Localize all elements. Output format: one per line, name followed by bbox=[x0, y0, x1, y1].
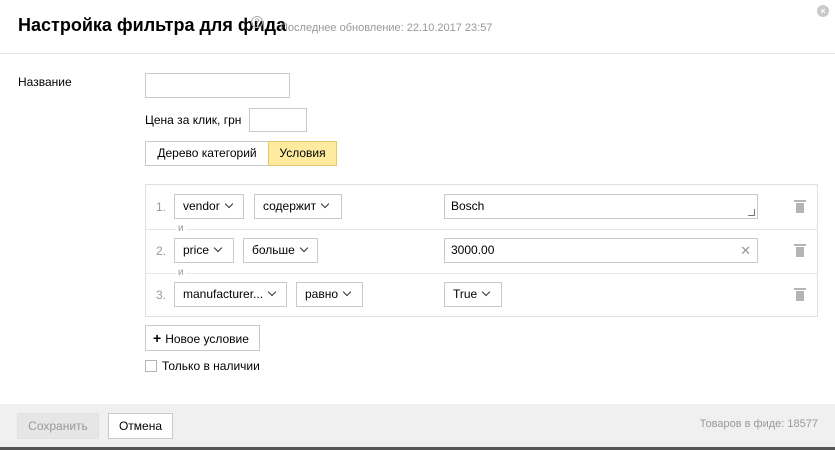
field-dropdown-value: price bbox=[183, 243, 210, 257]
chevron-down-icon bbox=[320, 199, 330, 209]
plus-icon: + bbox=[153, 330, 162, 346]
chevron-down-icon bbox=[213, 243, 223, 253]
help-icon[interactable]: ? bbox=[251, 16, 263, 28]
field-dropdown-value: vendor bbox=[183, 199, 220, 213]
trash-icon[interactable] bbox=[794, 199, 806, 213]
in-stock-label[interactable]: Только в наличии bbox=[162, 359, 260, 373]
chevron-down-icon bbox=[299, 243, 309, 253]
condition-row: 2. price больше 3000.00 ✕ bbox=[146, 229, 817, 273]
field-dropdown[interactable]: manufacturer... bbox=[174, 282, 287, 307]
add-condition-button[interactable]: + Новое условие bbox=[145, 325, 260, 351]
dialog-header: Настройка фильтра для фида ? Последнее о… bbox=[0, 0, 835, 54]
price-input[interactable] bbox=[249, 108, 307, 132]
chevron-down-icon bbox=[224, 199, 233, 209]
operator-dropdown-value: больше bbox=[252, 243, 295, 257]
condition-value-text: True bbox=[453, 287, 478, 301]
filter-mode-tabs: Дерево категорий Условия bbox=[145, 141, 337, 166]
field-dropdown[interactable]: vendor bbox=[174, 194, 244, 219]
name-input[interactable] bbox=[145, 73, 290, 98]
conditions-list: 1. vendor содержит Bosch и 2. price боль… bbox=[145, 184, 818, 317]
trash-icon[interactable] bbox=[794, 287, 806, 301]
in-stock-checkbox[interactable] bbox=[145, 360, 157, 372]
operator-dropdown[interactable]: содержит bbox=[254, 194, 342, 219]
price-label: Цена за клик, грн bbox=[145, 113, 242, 127]
feed-filter-dialog: Настройка фильтра для фида ? Последнее о… bbox=[0, 0, 835, 450]
operator-dropdown-value: равно bbox=[305, 287, 339, 301]
condition-value-text: 3000.00 bbox=[451, 243, 495, 257]
trash-icon[interactable] bbox=[794, 243, 806, 257]
condition-value-dropdown[interactable]: True bbox=[444, 282, 502, 307]
field-dropdown-value: manufacturer... bbox=[183, 287, 264, 301]
condition-number: 1. bbox=[156, 200, 167, 214]
condition-row: 1. vendor содержит Bosch bbox=[146, 185, 817, 229]
field-dropdown[interactable]: price bbox=[174, 238, 234, 263]
condition-value-input[interactable]: 3000.00 ✕ bbox=[444, 238, 758, 263]
condition-number: 3. bbox=[156, 288, 167, 302]
condition-row: 3. manufacturer... равно True bbox=[146, 273, 817, 317]
condition-value-textarea[interactable]: Bosch bbox=[444, 194, 758, 219]
condition-number: 2. bbox=[156, 244, 167, 258]
close-icon[interactable]: × bbox=[817, 5, 829, 17]
last-updated-text: Последнее обновление: 22.10.2017 23:57 bbox=[280, 22, 493, 34]
clear-icon[interactable]: ✕ bbox=[740, 239, 751, 262]
add-condition-label: Новое условие bbox=[165, 332, 249, 346]
dialog-title: Настройка фильтра для фида bbox=[18, 15, 287, 35]
tab-conditions[interactable]: Условия bbox=[268, 141, 337, 166]
chevron-down-icon bbox=[481, 287, 491, 297]
cancel-button[interactable]: Отмена bbox=[108, 413, 173, 439]
condition-value-text: Bosch bbox=[451, 199, 485, 213]
feed-item-count: Товаров в фиде: 18577 bbox=[699, 418, 818, 430]
operator-dropdown[interactable]: больше bbox=[243, 238, 318, 263]
save-button[interactable]: Сохранить bbox=[17, 413, 99, 439]
chevron-down-icon bbox=[267, 287, 277, 297]
dialog-footer: Сохранить Отмена Товаров в фиде: 18577 bbox=[0, 404, 835, 450]
name-label: Название bbox=[18, 75, 72, 89]
operator-dropdown[interactable]: равно bbox=[296, 282, 363, 307]
tab-category-tree[interactable]: Дерево категорий bbox=[145, 141, 269, 166]
chevron-down-icon bbox=[342, 287, 352, 297]
resize-handle-icon[interactable] bbox=[748, 209, 755, 216]
operator-dropdown-value: содержит bbox=[263, 199, 317, 213]
